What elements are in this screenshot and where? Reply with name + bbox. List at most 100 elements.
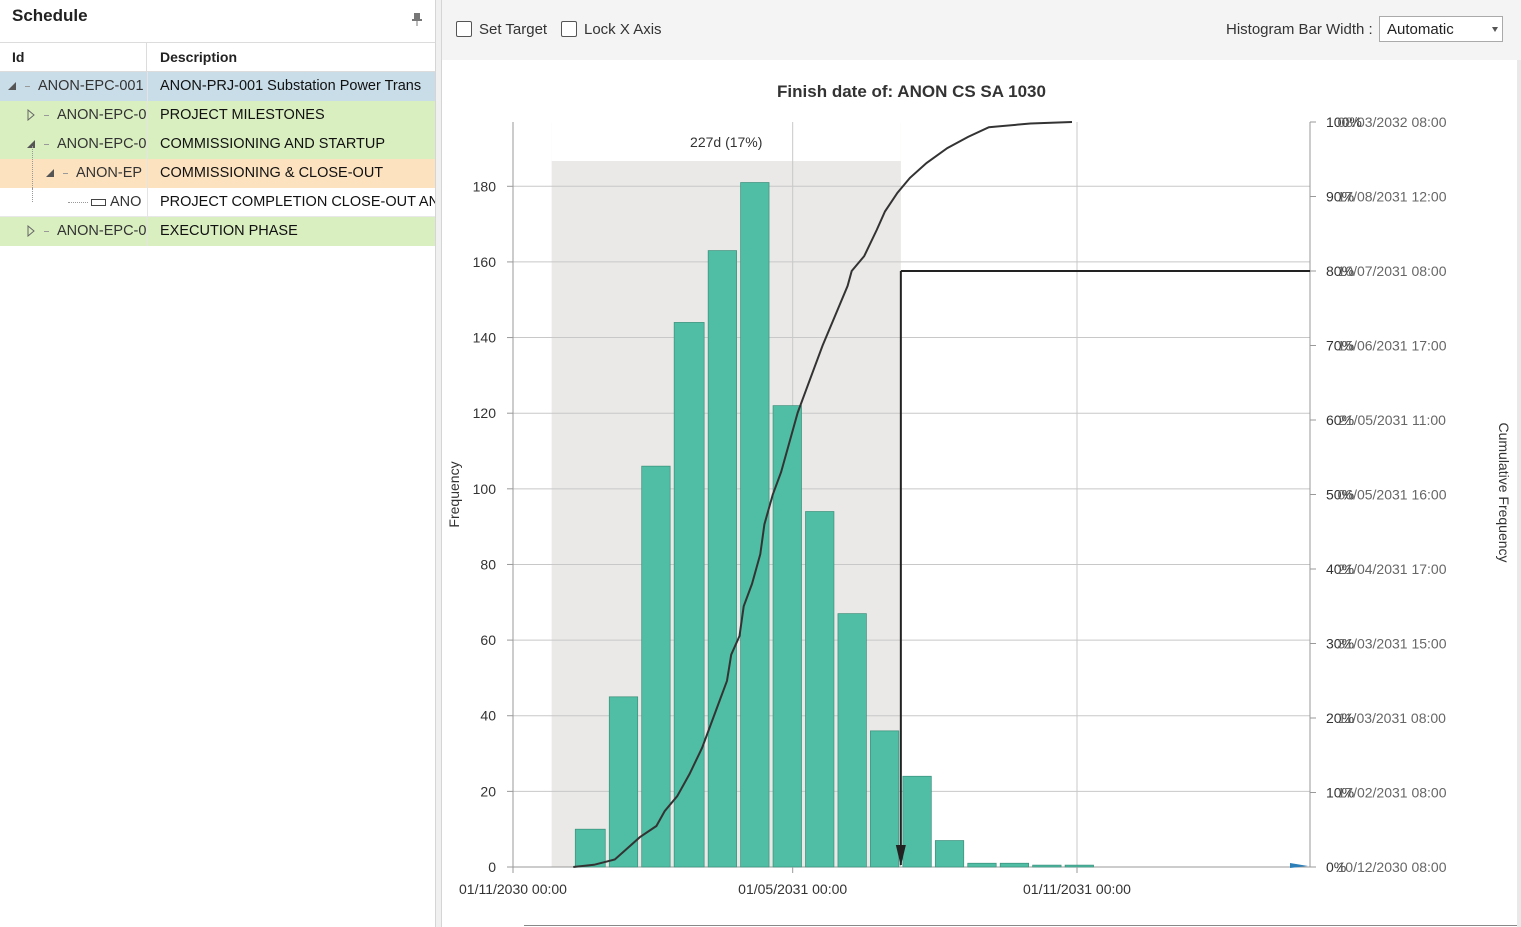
row-id: ANO <box>110 194 142 210</box>
tree-connector <box>68 202 88 203</box>
description-cell: COMMISSIONING AND STARTUP <box>147 130 435 159</box>
row-description: PROJECT MILESTONES <box>160 107 325 123</box>
description-cell: EXECUTION PHASE <box>147 217 435 246</box>
x-tick-label: 01/05/2031 00:00 <box>738 881 847 897</box>
histogram-bar <box>707 250 737 868</box>
row-description: COMMISSIONING AND STARTUP <box>160 136 386 152</box>
expanded-triangle-icon[interactable] <box>45 167 55 179</box>
x-tick-label: 01/11/2030 00:00 <box>459 881 567 897</box>
y2-tick-date: 11/03/2031 08:00 <box>1338 710 1446 726</box>
y-tick-label: 20 <box>480 783 496 799</box>
column-header-description[interactable]: Description <box>160 49 237 65</box>
tree-row[interactable]: ANON-EPC-0 COMMISSIONING AND STARTUP <box>0 130 435 159</box>
y2-tick-date: 21/04/2031 17:00 <box>1338 561 1447 577</box>
y-tick-label: 160 <box>473 254 497 270</box>
tree-row[interactable]: ANON-EPC-001 ANON-PRJ-001 Substation Powe… <box>0 72 435 101</box>
bottom-border <box>524 925 1517 926</box>
tree-row[interactable]: ANON-EP COMMISSIONING & CLOSE-OUT <box>0 159 435 188</box>
chart-title: Finish date of: ANON CS SA 1030 <box>777 82 1046 101</box>
histogram-bar <box>870 730 900 868</box>
chart-panel: Set Target Lock X Axis Histogram Bar Wid… <box>442 0 1521 927</box>
id-cell: ANON-EP <box>0 159 146 188</box>
row-description: COMMISSIONING & CLOSE-OUT <box>160 165 384 181</box>
row-description: PROJECT COMPLETION CLOSE-OUT AN <box>160 194 435 210</box>
y2-tick-date: 21/05/2031 11:00 <box>1338 412 1446 428</box>
y-tick-label: 100 <box>473 481 497 497</box>
panel-title: Schedule <box>12 6 88 25</box>
histogram-chart: 227d (17%) 0 20 40 60 80 100 120 140 160 180 01/11/… <box>446 82 1512 897</box>
histogram-bar <box>1064 864 1094 868</box>
tree-connector <box>63 173 68 174</box>
row-description: EXECUTION PHASE <box>160 223 298 239</box>
id-cell: ANON-EPC-0 <box>0 130 146 159</box>
panel-border <box>1517 60 1521 927</box>
y2-tick-date: 17/08/2031 12:00 <box>1338 189 1447 205</box>
schedule-panel: Schedule Id Description ANON-EPC-001 ANON… <box>0 0 435 927</box>
collapsed-triangle-icon[interactable] <box>26 109 36 121</box>
y2-tick-date: 06/05/2031 16:00 <box>1338 487 1447 503</box>
y-tick-label: 140 <box>473 330 497 346</box>
tree-row[interactable]: ANO PROJECT COMPLETION CLOSE-OUT AN <box>0 188 435 217</box>
histogram-bar <box>805 511 835 868</box>
y-tick-label: 120 <box>473 405 497 421</box>
row-id: ANON-EPC-0 <box>57 107 146 123</box>
histogram-bar-width-value: Automatic <box>1387 21 1454 38</box>
lock-x-axis-checkbox[interactable] <box>561 21 577 37</box>
histogram-bar <box>673 322 705 868</box>
y-tick-label: 40 <box>480 708 496 724</box>
column-header-id[interactable]: Id <box>12 49 24 65</box>
id-cell: ANON-EPC-0 <box>0 217 146 246</box>
histogram-bar <box>772 405 802 868</box>
row-id: ANON-EP <box>76 165 143 181</box>
tree-connector <box>32 146 33 200</box>
histogram-bar <box>902 775 932 868</box>
histogram-bar <box>641 465 671 868</box>
description-cell: PROJECT COMPLETION CLOSE-OUT AN <box>147 188 435 217</box>
set-target-checkbox[interactable] <box>456 21 472 37</box>
tree-connector <box>44 115 49 116</box>
tree-connector <box>44 231 49 232</box>
tree-connector <box>44 144 49 145</box>
description-cell: ANON-PRJ-001 Substation Power Trans <box>147 72 435 101</box>
expanded-triangle-icon[interactable] <box>26 138 36 150</box>
tree-row[interactable]: ANON-EPC-0 EXECUTION PHASE <box>0 217 435 246</box>
description-cell: COMMISSIONING & CLOSE-OUT <box>147 159 435 188</box>
y2-tick-date: 17/02/2031 08:00 <box>1338 785 1447 801</box>
y-tick-label: 60 <box>480 632 496 648</box>
y2-tick-date: 08/03/2032 08:00 <box>1338 114 1447 130</box>
schedule-header: Schedule <box>0 0 435 42</box>
histogram-bar <box>837 613 867 868</box>
histogram-bar <box>967 862 997 868</box>
row-id: ANON-EPC-0 <box>57 223 146 239</box>
histogram-bar-width-label: Histogram Bar Width : <box>1226 21 1373 38</box>
set-target-label[interactable]: Set Target <box>479 21 547 38</box>
expanded-triangle-icon[interactable] <box>7 80 17 92</box>
y-tick-label: 80 <box>480 556 496 572</box>
y-axis-label: Frequency <box>446 461 462 527</box>
panel-splitter[interactable] <box>435 0 442 927</box>
histogram-bar <box>608 696 639 868</box>
column-separator[interactable] <box>146 42 147 72</box>
y2-tick-date: 15/06/2031 17:00 <box>1338 338 1447 354</box>
chevron-down-icon <box>1492 27 1498 32</box>
chart-toolbar: Set Target Lock X Axis Histogram Bar Wid… <box>442 0 1521 60</box>
pin-icon[interactable] <box>411 12 423 26</box>
column-header-row: Id Description <box>0 42 435 72</box>
activity-bar-icon <box>91 199 106 206</box>
y2-axis-label: Cumulative Frequency <box>1496 422 1512 562</box>
histogram-bar <box>1032 864 1062 868</box>
highlight-label: 227d (17%) <box>690 134 762 150</box>
histogram-bar <box>934 840 965 868</box>
id-cell: ANON-EPC-0 <box>0 101 146 130</box>
y2-tick-date: 10/07/2031 08:00 <box>1338 263 1447 279</box>
description-cell: PROJECT MILESTONES <box>147 101 435 130</box>
y2-tick-date: 10/12/2030 08:00 <box>1338 859 1447 875</box>
row-id: ANON-EPC-001 <box>38 78 144 94</box>
tree-row[interactable]: ANON-EPC-0 PROJECT MILESTONES <box>0 101 435 130</box>
histogram-bar-width-select[interactable]: Automatic <box>1379 16 1503 42</box>
row-id: ANON-EPC-0 <box>57 136 146 152</box>
collapsed-triangle-icon[interactable] <box>26 225 36 237</box>
lock-x-axis-label[interactable]: Lock X Axis <box>584 21 662 38</box>
id-cell: ANON-EPC-001 <box>0 72 146 101</box>
x-tick-label: 01/11/2031 00:00 <box>1023 881 1131 897</box>
